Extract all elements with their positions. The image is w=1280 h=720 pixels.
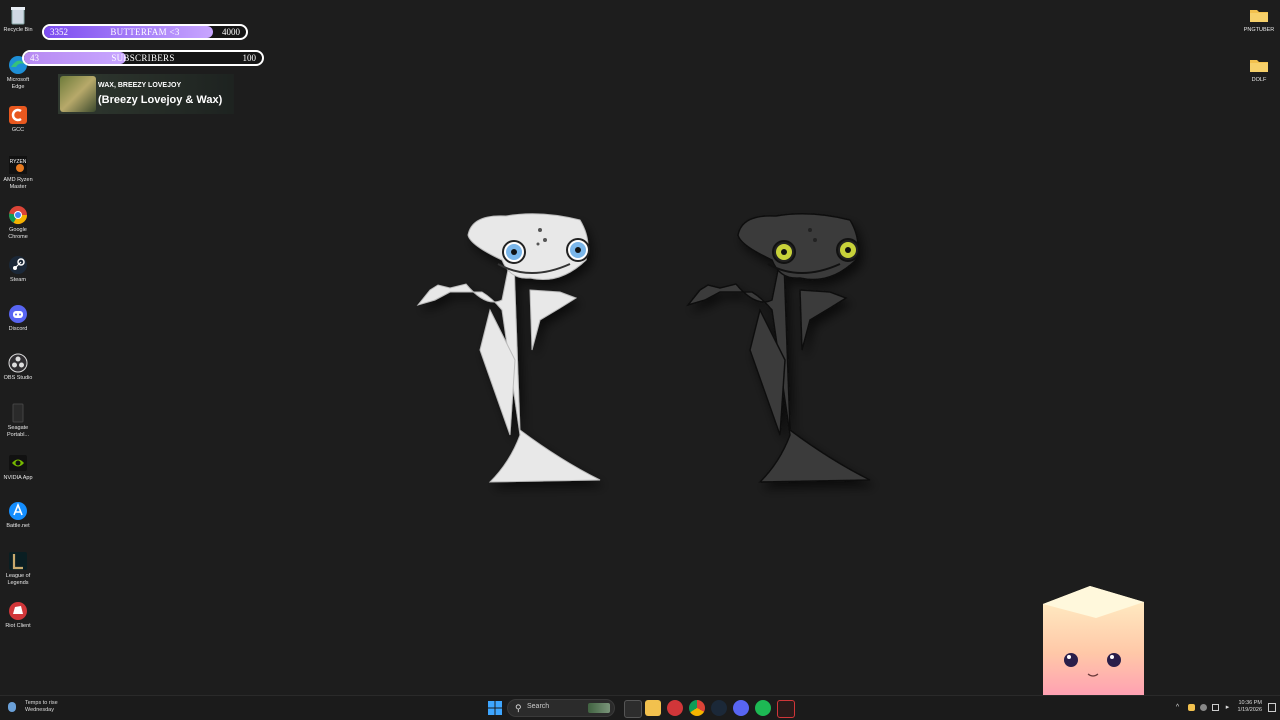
gcc-icon bbox=[9, 106, 27, 124]
desktop-icon-discord[interactable]: Discord bbox=[1, 303, 35, 333]
network-icon[interactable] bbox=[1212, 704, 1219, 711]
taskbar-search-box[interactable]: ⚲ Search bbox=[507, 699, 615, 717]
task-view-icon[interactable] bbox=[624, 700, 642, 718]
goal-bar-subscribers: 43 SUBSCRIBERS 100 bbox=[22, 50, 264, 66]
desktop-icon-label: OBS Studio bbox=[3, 375, 33, 381]
search-placeholder: Search bbox=[527, 703, 550, 710]
desktop-icon-label: NVIDIA App bbox=[3, 475, 33, 481]
album-art bbox=[60, 76, 96, 112]
desktop-icon-label: AMD Ryzen Master bbox=[3, 177, 33, 190]
now-playing-track: (Breezy Lovejoy & Wax) bbox=[98, 94, 223, 106]
desktop-icon-league[interactable]: League of Legends bbox=[1, 550, 35, 587]
goal-bar-title: BUTTERFAM <3 bbox=[110, 27, 180, 37]
desktop-icon-label: League of Legends bbox=[5, 573, 31, 586]
weather-headline: Temps to rise bbox=[25, 700, 58, 706]
steam-icon bbox=[9, 256, 27, 274]
system-tray: ^ ▸ 10:36 PM 1/19/2026 bbox=[1150, 696, 1280, 720]
desktop-icon-label: DOLF bbox=[1251, 77, 1267, 83]
battlenet-icon bbox=[9, 502, 27, 520]
desktop-icon-riot[interactable]: Riot Client bbox=[1, 600, 35, 630]
speaker-icon[interactable]: ▸ bbox=[1224, 704, 1231, 711]
nvidia-icon bbox=[9, 455, 27, 471]
clock[interactable]: 10:36 PM 1/19/2026 bbox=[1238, 700, 1262, 714]
clock-time: 10:36 PM bbox=[1238, 700, 1262, 706]
desktop-icon-obs[interactable]: OBS Studio bbox=[1, 352, 35, 382]
chrome-taskbar-icon[interactable] bbox=[689, 700, 705, 716]
folder-icon bbox=[1250, 60, 1268, 72]
league-icon bbox=[9, 552, 27, 570]
recycle-bin-icon bbox=[11, 7, 25, 25]
thermometer-icon bbox=[8, 702, 16, 712]
desktop-icon-nvidia[interactable]: NVIDIA App bbox=[1, 452, 35, 482]
desktop-icon-label: Microsoft Edge bbox=[6, 77, 30, 90]
desktop-icon-chrome[interactable]: Google Chrome bbox=[1, 204, 35, 241]
discord-icon bbox=[9, 305, 27, 323]
discord-taskbar-icon[interactable] bbox=[733, 700, 749, 716]
desktop-icon-label: Riot Client bbox=[5, 623, 31, 629]
taskbar: Temps to rise Wednesday ⚲ Search ^ ▸ 10:… bbox=[0, 695, 1280, 720]
goal-bar-title: SUBSCRIBERS bbox=[111, 53, 175, 63]
chevron-up-icon[interactable]: ^ bbox=[1174, 704, 1181, 711]
desktop-icon-dolf-folder[interactable]: DOLF bbox=[1242, 54, 1276, 84]
valorant-taskbar-icon[interactable] bbox=[777, 700, 795, 718]
now-playing-artist: WAX, BREEZY LOVEJOY bbox=[98, 82, 182, 89]
riot-icon bbox=[9, 602, 27, 620]
seagate-icon bbox=[12, 403, 24, 423]
file-explorer-icon[interactable] bbox=[645, 700, 661, 716]
desktop-icon-label: GCC bbox=[11, 127, 25, 133]
now-playing-widget: WAX, BREEZY LOVEJOY (Breezy Lovejoy & Wa… bbox=[58, 74, 234, 114]
black-creature-image bbox=[685, 213, 871, 483]
desktop-icon-recycle-bin[interactable]: Recycle Bin bbox=[1, 4, 35, 34]
folder-icon bbox=[1250, 10, 1268, 22]
goal-bar-butterfam: 3352 BUTTERFAM <3 4000 bbox=[42, 24, 248, 40]
desktop-icon-label: Discord bbox=[8, 326, 28, 332]
obs-icon bbox=[8, 353, 28, 373]
desktop-icon-pngtuber-folder[interactable]: PNGTUBER bbox=[1242, 4, 1276, 34]
desktop-icon-battlenet[interactable]: Battle.net bbox=[1, 500, 35, 530]
white-creature-image bbox=[416, 213, 601, 483]
desktop-icon-label: Battle.net bbox=[6, 523, 30, 529]
riot-taskbar-icon[interactable] bbox=[667, 700, 683, 716]
desktop-icon-amd-ryzen[interactable]: RYZEN AMD Ryzen Master bbox=[1, 154, 35, 191]
microphone-icon[interactable] bbox=[1200, 704, 1207, 711]
search-highlight-art bbox=[588, 703, 610, 713]
windows-start-icon[interactable] bbox=[488, 701, 502, 715]
desktop-icon-label: PNGTUBER bbox=[1243, 27, 1275, 33]
desktop-icon-label: Google Chrome bbox=[8, 227, 28, 240]
desktop-icon-gcc[interactable]: GCC bbox=[1, 104, 35, 134]
svg-text:RYZEN: RYZEN bbox=[10, 159, 27, 165]
chrome-icon bbox=[8, 206, 28, 225]
clock-date: 1/19/2026 bbox=[1237, 707, 1262, 713]
desktop-icon-label: Recycle Bin bbox=[3, 27, 33, 33]
desktop-icon-label: Steam bbox=[10, 277, 26, 283]
search-icon: ⚲ bbox=[515, 703, 522, 713]
amd-ryzen-icon: RYZEN bbox=[9, 156, 27, 174]
desktop-icon-steam[interactable]: Steam bbox=[1, 254, 35, 284]
notification-bell-icon[interactable] bbox=[1268, 703, 1276, 712]
tray-app-icon[interactable] bbox=[1188, 704, 1195, 711]
goal-bar-target: 100 bbox=[242, 53, 257, 63]
spotify-taskbar-icon[interactable] bbox=[755, 700, 771, 716]
goal-bar-target: 4000 bbox=[222, 27, 240, 37]
desktop-icon-label: Seagate Portabl... bbox=[6, 425, 29, 438]
steam-taskbar-icon[interactable] bbox=[711, 700, 727, 716]
weather-day: Wednesday bbox=[25, 707, 54, 713]
desktop-icon-seagate[interactable]: Seagate Portabl... bbox=[1, 402, 35, 439]
